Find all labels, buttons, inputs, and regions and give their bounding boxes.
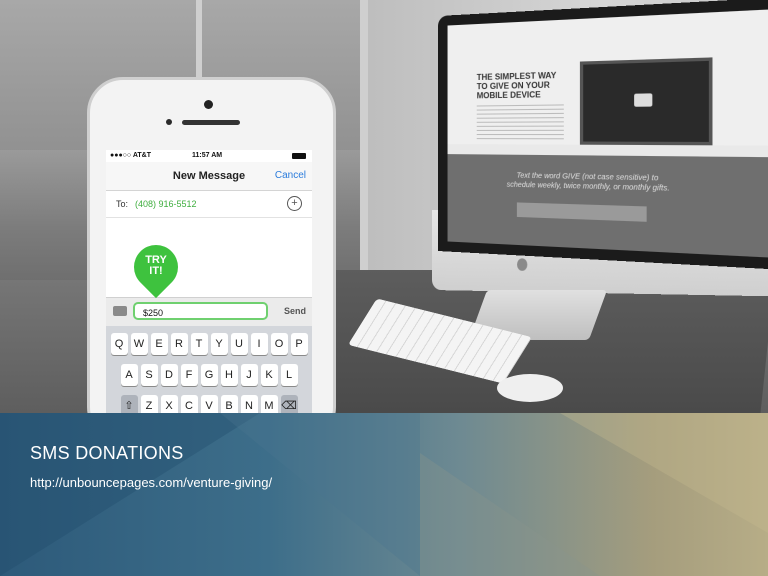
carrier-signal: ●●●○○ AT&T [110,152,151,159]
slide-url[interactable]: http://unbouncepages.com/venture-giving/ [30,475,272,490]
key-q[interactable]: Q [110,333,128,355]
recipient-number[interactable]: (408) 916-5512 [135,199,197,209]
background-facet [220,413,420,576]
cancel-button[interactable]: Cancel [275,170,306,181]
key-d[interactable]: D [160,364,178,386]
imac-computer: THE SIMPLEST WAY TO GIVE ON YOUR MOBILE … [432,0,768,297]
key-w[interactable]: W [130,333,148,355]
key-f[interactable]: F [180,364,198,386]
background-facet [560,413,768,533]
key-u[interactable]: U [230,333,248,355]
try-it-label: TRY IT! [134,255,178,277]
front-camera-icon [204,100,213,109]
landing-page-preview: THE SIMPLEST WAY TO GIVE ON YOUR MOBILE … [447,8,768,259]
to-label: To: [116,199,129,209]
message-field[interactable]: $250 [133,302,268,320]
title-banner: SMS DONATIONS http://unbouncepages.com/v… [0,413,768,576]
key-s[interactable]: S [140,364,158,386]
key-h[interactable]: H [220,364,238,386]
video-preview [579,57,713,146]
battery-icon [292,153,306,159]
apple-logo-icon [517,258,528,271]
earpiece-speaker [182,120,240,125]
message-nav-bar: New Message Cancel [106,162,312,191]
key-i[interactable]: I [250,333,268,355]
key-p[interactable]: P [290,333,308,355]
keyboard-row-1: QWERTYUIOP [106,333,312,355]
key-g[interactable]: G [200,364,218,386]
landing-page-hero: THE SIMPLEST WAY TO GIVE ON YOUR MOBILE … [447,8,768,146]
camera-icon[interactable] [113,306,127,316]
key-y[interactable]: Y [210,333,228,355]
slide-title: SMS DONATIONS [30,443,184,463]
window-mullion [360,0,368,280]
send-button[interactable]: Send [284,306,306,316]
key-o[interactable]: O [270,333,288,355]
status-time: 11:57 AM [192,152,223,159]
status-bar: ●●●○○ AT&T 11:57 AM [106,150,312,162]
message-input-bar: $250 Send [106,297,312,326]
imac-screen: THE SIMPLEST WAY TO GIVE ON YOUR MOBILE … [438,0,768,271]
sensor-icon [166,119,172,125]
key-a[interactable]: A [120,364,138,386]
phone-screen: ●●●○○ AT&T 11:57 AM New Message Cancel T… [106,150,312,440]
add-contact-icon[interactable]: + [287,196,302,211]
play-icon [634,93,653,107]
key-j[interactable]: J [240,364,258,386]
recipient-row[interactable]: To: (408) 916-5512 + [106,191,312,218]
key-k[interactable]: K [260,364,278,386]
try-it-label-line-2: IT! [149,265,163,277]
landing-page-body-text [476,104,564,143]
landing-page-headline: THE SIMPLEST WAY TO GIVE ON YOUR MOBILE … [476,70,557,101]
key-l[interactable]: L [280,364,298,386]
key-e[interactable]: E [150,333,168,355]
landing-page-cta-section: Text the word GIVE (not case sensitive) … [447,154,768,259]
key-r[interactable]: R [170,333,188,355]
landing-page-cta-text: Text the word GIVE (not case sensitive) … [506,172,670,193]
keyboard-row-2: ASDFGHJKL [106,364,312,386]
iphone: ●●●○○ AT&T 11:57 AM New Message Cancel T… [87,77,336,443]
key-t[interactable]: T [190,333,208,355]
magic-mouse [497,374,563,402]
landing-page-cta-button [516,202,647,222]
